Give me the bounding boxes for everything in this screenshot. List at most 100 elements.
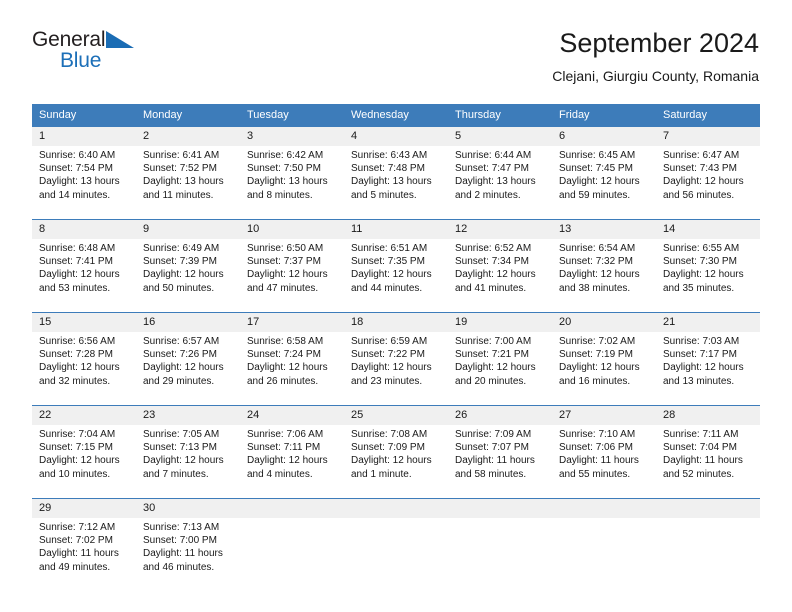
day-cell[interactable]: Sunrise: 7:04 AM Sunset: 7:15 PM Dayligh… [32,425,136,498]
daylight-text: Daylight: 12 hours and 1 minute. [351,455,432,480]
sunrise-text: Sunrise: 6:43 AM [351,150,428,161]
sunset-text: Sunset: 7:07 PM [455,442,529,454]
day-number-empty [240,499,344,518]
day-cell[interactable]: Sunrise: 6:57 AM Sunset: 7:26 PM Dayligh… [136,332,240,405]
day-cell[interactable]: Sunrise: 6:58 AM Sunset: 7:24 PM Dayligh… [240,332,344,405]
sunrise-text: Sunrise: 6:49 AM [143,243,220,254]
day-number[interactable]: 14 [656,220,760,239]
day-cell[interactable]: Sunrise: 7:06 AM Sunset: 7:11 PM Dayligh… [240,425,344,498]
weekday-header-monday: Monday [136,104,240,127]
brand-logo[interactable]: General Blue [32,28,232,80]
day-number[interactable]: 24 [240,406,344,425]
day-number[interactable]: 11 [344,220,448,239]
day-number[interactable]: 13 [552,220,656,239]
daylight-text: Daylight: 12 hours and 16 minutes. [559,362,640,387]
day-number[interactable]: 10 [240,220,344,239]
sunset-text: Sunset: 7:13 PM [143,442,217,454]
day-number[interactable]: 7 [656,127,760,146]
calendar-header-row: Sunday Monday Tuesday Wednesday Thursday… [32,104,760,127]
sunset-text: Sunset: 7:37 PM [247,256,321,268]
day-number[interactable]: 17 [240,313,344,332]
daylight-text: Daylight: 11 hours and 46 minutes. [143,548,223,573]
daylight-text: Daylight: 11 hours and 49 minutes. [39,548,119,573]
day-number[interactable]: 21 [656,313,760,332]
day-number[interactable]: 6 [552,127,656,146]
day-cell[interactable]: Sunrise: 6:44 AM Sunset: 7:47 PM Dayligh… [448,146,552,219]
day-number[interactable]: 28 [656,406,760,425]
day-number[interactable]: 27 [552,406,656,425]
day-number[interactable]: 30 [136,499,240,518]
day-cell[interactable]: Sunrise: 6:56 AM Sunset: 7:28 PM Dayligh… [32,332,136,405]
day-cell[interactable]: Sunrise: 7:13 AM Sunset: 7:00 PM Dayligh… [136,518,240,591]
day-cell[interactable]: Sunrise: 6:49 AM Sunset: 7:39 PM Dayligh… [136,239,240,312]
sunset-text: Sunset: 7:48 PM [351,163,425,175]
day-number[interactable]: 25 [344,406,448,425]
day-cell[interactable]: Sunrise: 7:08 AM Sunset: 7:09 PM Dayligh… [344,425,448,498]
day-cell[interactable]: Sunrise: 7:05 AM Sunset: 7:13 PM Dayligh… [136,425,240,498]
sunrise-text: Sunrise: 7:00 AM [455,336,532,347]
day-cell[interactable]: Sunrise: 6:41 AM Sunset: 7:52 PM Dayligh… [136,146,240,219]
day-cell[interactable]: Sunrise: 6:54 AM Sunset: 7:32 PM Dayligh… [552,239,656,312]
day-number[interactable]: 9 [136,220,240,239]
day-cell[interactable]: Sunrise: 7:02 AM Sunset: 7:19 PM Dayligh… [552,332,656,405]
day-number[interactable]: 16 [136,313,240,332]
sunset-text: Sunset: 7:32 PM [559,256,633,268]
sunrise-text: Sunrise: 7:12 AM [39,522,116,533]
day-number[interactable]: 20 [552,313,656,332]
daylight-text: Daylight: 12 hours and 7 minutes. [143,455,224,480]
sunrise-text: Sunrise: 6:47 AM [663,150,740,161]
weekday-header-tuesday: Tuesday [240,104,344,127]
day-number[interactable]: 4 [344,127,448,146]
daylight-text: Daylight: 13 hours and 5 minutes. [351,176,432,201]
sunrise-text: Sunrise: 6:51 AM [351,243,428,254]
sunrise-text: Sunrise: 7:11 AM [663,429,739,440]
day-number[interactable]: 26 [448,406,552,425]
sunset-text: Sunset: 7:04 PM [663,442,737,454]
day-cell[interactable]: Sunrise: 7:03 AM Sunset: 7:17 PM Dayligh… [656,332,760,405]
week-row-daynumbers: 22 23 24 25 26 27 28 [32,406,760,425]
day-number[interactable]: 5 [448,127,552,146]
day-number[interactable]: 3 [240,127,344,146]
day-cell[interactable]: Sunrise: 6:42 AM Sunset: 7:50 PM Dayligh… [240,146,344,219]
day-cell[interactable]: Sunrise: 7:12 AM Sunset: 7:02 PM Dayligh… [32,518,136,591]
day-cell[interactable]: Sunrise: 6:52 AM Sunset: 7:34 PM Dayligh… [448,239,552,312]
sunset-text: Sunset: 7:54 PM [39,163,113,175]
day-cell[interactable]: Sunrise: 6:43 AM Sunset: 7:48 PM Dayligh… [344,146,448,219]
sunrise-text: Sunrise: 6:58 AM [247,336,324,347]
day-cell[interactable]: Sunrise: 6:55 AM Sunset: 7:30 PM Dayligh… [656,239,760,312]
day-number[interactable]: 8 [32,220,136,239]
day-cell[interactable]: Sunrise: 6:51 AM Sunset: 7:35 PM Dayligh… [344,239,448,312]
day-number[interactable]: 12 [448,220,552,239]
day-cell[interactable]: Sunrise: 7:10 AM Sunset: 7:06 PM Dayligh… [552,425,656,498]
weekday-header-sunday: Sunday [32,104,136,127]
sunrise-text: Sunrise: 7:06 AM [247,429,324,440]
day-cell[interactable]: Sunrise: 6:50 AM Sunset: 7:37 PM Dayligh… [240,239,344,312]
day-number[interactable]: 2 [136,127,240,146]
page-subtitle: Clejani, Giurgiu County, Romania [552,68,759,84]
day-cell[interactable]: Sunrise: 6:47 AM Sunset: 7:43 PM Dayligh… [656,146,760,219]
week-row-details: Sunrise: 6:40 AM Sunset: 7:54 PM Dayligh… [32,146,760,219]
day-number[interactable]: 22 [32,406,136,425]
day-cell[interactable]: Sunrise: 7:09 AM Sunset: 7:07 PM Dayligh… [448,425,552,498]
sunset-text: Sunset: 7:09 PM [351,442,425,454]
day-cell[interactable]: Sunrise: 7:00 AM Sunset: 7:21 PM Dayligh… [448,332,552,405]
sunrise-text: Sunrise: 6:56 AM [39,336,116,347]
day-cell[interactable]: Sunrise: 6:48 AM Sunset: 7:41 PM Dayligh… [32,239,136,312]
day-cell-empty [240,518,344,591]
week-row-daynumbers: 1 2 3 4 5 6 7 [32,127,760,146]
day-cell[interactable]: Sunrise: 7:11 AM Sunset: 7:04 PM Dayligh… [656,425,760,498]
day-number-empty [552,499,656,518]
day-number[interactable]: 18 [344,313,448,332]
sunset-text: Sunset: 7:19 PM [559,349,633,361]
day-number[interactable]: 23 [136,406,240,425]
day-cell[interactable]: Sunrise: 6:59 AM Sunset: 7:22 PM Dayligh… [344,332,448,405]
day-number[interactable]: 19 [448,313,552,332]
sunset-text: Sunset: 7:06 PM [559,442,633,454]
day-number[interactable]: 29 [32,499,136,518]
day-number[interactable]: 15 [32,313,136,332]
day-cell[interactable]: Sunrise: 6:40 AM Sunset: 7:54 PM Dayligh… [32,146,136,219]
sunset-text: Sunset: 7:26 PM [143,349,217,361]
day-number-empty [344,499,448,518]
day-number[interactable]: 1 [32,127,136,146]
day-cell[interactable]: Sunrise: 6:45 AM Sunset: 7:45 PM Dayligh… [552,146,656,219]
